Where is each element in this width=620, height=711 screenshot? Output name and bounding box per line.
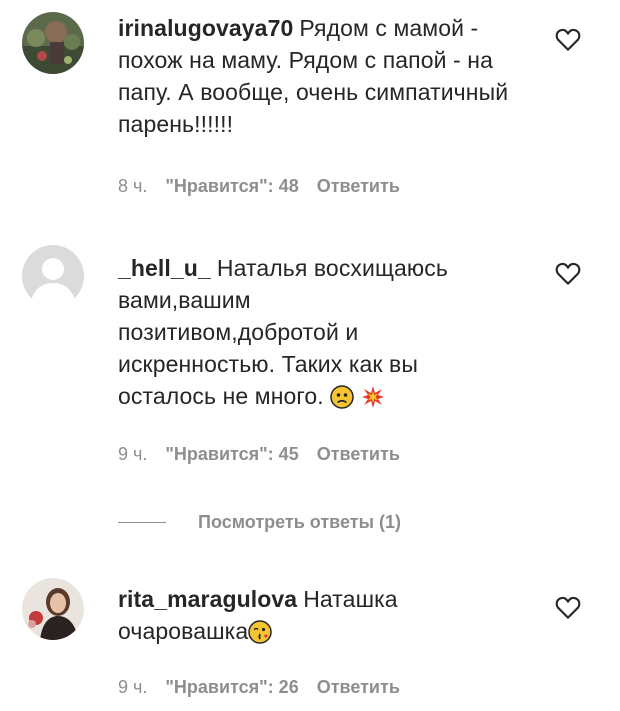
comment-likes[interactable]: "Нравится": 48 [165, 176, 298, 196]
comment-username[interactable]: rita_maragulova [118, 586, 297, 612]
face-blowing-kiss-emoji [248, 620, 272, 644]
comment-meta: 8 ч. "Нравится": 48 Ответить [118, 176, 418, 197]
comment-text: _hell_u_ Наталья восхищаюсь вами,вашим по… [118, 252, 478, 412]
default-avatar [22, 245, 84, 307]
comment-text: rita_maragulova Наташка очаровашка [118, 583, 518, 647]
reply-button[interactable]: Ответить [317, 444, 400, 464]
view-replies-divider [118, 521, 166, 523]
comment-time[interactable]: 8 ч. [118, 176, 147, 196]
heart-outline-icon[interactable] [553, 24, 583, 54]
avatar-photo [22, 12, 84, 74]
collision-emoji [361, 386, 384, 408]
worried-face-emoji [330, 385, 355, 409]
heart-outline-icon[interactable] [553, 592, 583, 622]
reply-button[interactable]: Ответить [317, 677, 400, 697]
comment-meta: 9 ч. "Нравится": 45 Ответить [118, 444, 418, 465]
comment-text: irinalugovaya70 Рядом с мамой - похож на … [118, 12, 518, 140]
comment-time[interactable]: 9 ч. [118, 444, 147, 464]
heart-outline-icon[interactable] [553, 258, 583, 288]
view-replies-button[interactable]: Посмотреть ответы (1) [118, 507, 401, 537]
comment-likes[interactable]: "Нравится": 26 [165, 677, 298, 697]
avatar[interactable] [22, 578, 84, 640]
comment-username[interactable]: _hell_u_ [118, 255, 211, 281]
avatar-photo [22, 578, 84, 640]
avatar[interactable] [22, 12, 84, 74]
avatar[interactable] [22, 245, 84, 307]
view-replies-label[interactable]: Посмотреть ответы (1) [198, 512, 401, 533]
comment-time[interactable]: 9 ч. [118, 677, 147, 697]
reply-button[interactable]: Ответить [317, 176, 400, 196]
comment-username[interactable]: irinalugovaya70 [118, 15, 293, 41]
comment-meta: 9 ч. "Нравится": 26 Ответить [118, 677, 418, 698]
comment-likes[interactable]: "Нравится": 45 [165, 444, 298, 464]
